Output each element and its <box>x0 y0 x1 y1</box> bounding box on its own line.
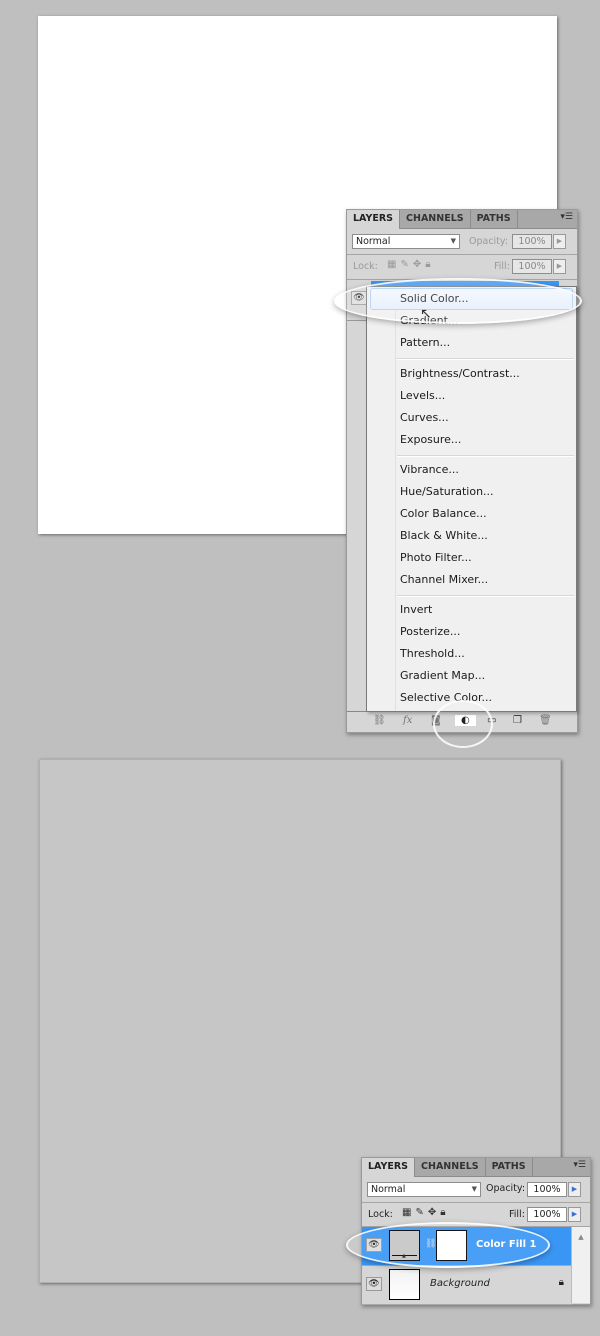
menu-item-pattern[interactable]: Pattern... <box>400 332 450 354</box>
menu-gutter <box>367 287 396 711</box>
fill-input[interactable]: 100% <box>512 259 552 274</box>
lock-label: Lock: <box>353 261 378 272</box>
fill-label: Fill: <box>494 261 510 272</box>
tab-paths[interactable]: PATHS <box>486 1158 533 1176</box>
menu-item-color-balance[interactable]: Color Balance... <box>400 503 487 525</box>
lock-move-icon[interactable]: ✥ <box>413 259 421 270</box>
opacity-input[interactable]: 100% <box>512 234 552 249</box>
fill-slider-button[interactable]: ▶ <box>568 1207 581 1222</box>
opacity-slider-button[interactable]: ▶ <box>553 234 566 249</box>
panel-menu-icon[interactable]: ▾☰ <box>573 1160 586 1170</box>
blend-mode-value: Normal <box>371 1184 406 1195</box>
lock-all-icon[interactable]: 🔒︎ <box>425 259 430 270</box>
lock-icon: 🔒︎ <box>558 1277 564 1288</box>
link-icon[interactable]: ⛓ <box>373 715 386 726</box>
fill-label: Fill: <box>509 1209 525 1220</box>
tab-channels[interactable]: CHANNELS <box>400 210 471 228</box>
highlight-ellipse <box>334 278 582 324</box>
layers-scrollbar[interactable]: ▲ <box>571 1227 590 1303</box>
menu-item-channel-mixer[interactable]: Channel Mixer... <box>400 569 488 591</box>
menu-item-levels[interactable]: Levels... <box>400 385 445 407</box>
menu-item-threshold[interactable]: Threshold... <box>400 643 465 665</box>
chevron-down-icon: ▼ <box>450 237 456 245</box>
chevron-down-icon: ▼ <box>471 1185 477 1193</box>
lock-row: Lock: ▦ ✎ ✥ 🔒︎ Fill: 100% ▶ <box>347 257 577 277</box>
menu-separator <box>397 595 574 597</box>
tab-channels[interactable]: CHANNELS <box>415 1158 486 1176</box>
blend-mode-select[interactable]: Normal ▼ <box>352 234 460 249</box>
divider <box>347 254 577 255</box>
lock-transparency-icon[interactable]: ▦ <box>402 1207 411 1218</box>
lock-move-icon[interactable]: ✥ <box>428 1207 436 1218</box>
lock-all-icon[interactable]: 🔒︎ <box>440 1207 445 1218</box>
menu-item-black-white[interactable]: Black & White... <box>400 525 488 547</box>
fill-slider-button[interactable]: ▶ <box>553 259 566 274</box>
menu-item-exposure[interactable]: Exposure... <box>400 429 461 451</box>
tab-paths[interactable]: PATHS <box>471 210 518 228</box>
opacity-label: Opacity: <box>469 236 509 247</box>
fx-icon[interactable]: fx <box>403 715 412 726</box>
adjustment-layer-menu: Solid Color... Gradient... Pattern... Br… <box>366 286 577 712</box>
layer-name[interactable]: Background <box>430 1278 490 1289</box>
tab-layers[interactable]: LAYERS <box>347 210 401 229</box>
layer-row-background[interactable]: 👁︎ Background 🔒︎ <box>362 1266 572 1305</box>
menu-item-vibrance[interactable]: Vibrance... <box>400 459 459 481</box>
lock-brush-icon[interactable]: ✎ <box>400 259 408 270</box>
opacity-label: Opacity: <box>486 1183 526 1194</box>
panel-tabs: LAYERS CHANNELS PATHS ▾☰ <box>347 210 577 229</box>
blend-mode-value: Normal <box>356 236 391 247</box>
blend-row: Normal ▼ Opacity: 100% ▶ <box>362 1179 590 1199</box>
lock-label: Lock: <box>368 1209 393 1220</box>
menu-item-brightness-contrast[interactable]: Brightness/Contrast... <box>400 363 520 385</box>
panel-tabs: LAYERS CHANNELS PATHS ▾☰ <box>362 1158 590 1177</box>
menu-item-photo-filter[interactable]: Photo Filter... <box>400 547 472 569</box>
highlight-ellipse <box>346 1222 550 1268</box>
blend-row: Normal ▼ Opacity: 100% ▶ <box>347 231 577 251</box>
menu-separator <box>397 455 574 457</box>
menu-separator <box>397 358 574 360</box>
opacity-input[interactable]: 100% <box>527 1182 567 1197</box>
trash-icon[interactable]: 🗑︎ <box>539 715 552 726</box>
new-layer-icon[interactable]: ❐ <box>513 715 522 726</box>
tab-layers[interactable]: LAYERS <box>362 1158 416 1177</box>
menu-item-invert[interactable]: Invert <box>400 599 432 621</box>
eye-icon[interactable]: 👁︎ <box>366 1277 382 1291</box>
panel-menu-icon[interactable]: ▾☰ <box>560 212 573 222</box>
lock-brush-icon[interactable]: ✎ <box>415 1207 423 1218</box>
opacity-slider-button[interactable]: ▶ <box>568 1182 581 1197</box>
menu-item-curves[interactable]: Curves... <box>400 407 449 429</box>
background-thumbnail <box>389 1269 420 1300</box>
divider <box>362 1202 590 1203</box>
menu-item-gradient-map[interactable]: Gradient Map... <box>400 665 485 687</box>
fill-input[interactable]: 100% <box>527 1207 567 1222</box>
menu-item-posterize[interactable]: Posterize... <box>400 621 460 643</box>
highlight-circle <box>433 700 493 748</box>
menu-item-hue-saturation[interactable]: Hue/Saturation... <box>400 481 494 503</box>
blend-mode-select[interactable]: Normal ▼ <box>367 1182 481 1197</box>
lock-transparency-icon[interactable]: ▦ <box>387 259 396 270</box>
scroll-up-icon[interactable]: ▲ <box>572 1233 590 1241</box>
